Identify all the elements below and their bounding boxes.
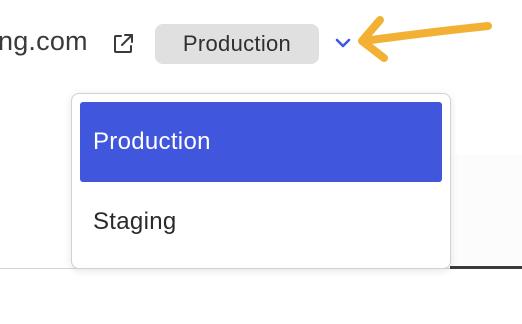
environment-badge-label: Production — [182, 31, 292, 56]
external-link-icon[interactable] — [111, 32, 135, 56]
dropdown-option-label: Production — [93, 128, 211, 155]
annotation-arrow-icon — [350, 6, 500, 70]
environment-badge: Production — [155, 24, 319, 64]
scroll-indicator — [450, 266, 522, 269]
environment-dropdown-menu: Production Staging — [71, 93, 451, 269]
screenshot-stage: ng.com Production Production Staging — [0, 0, 522, 324]
domain-link-text[interactable]: ng.com — [0, 26, 88, 57]
dropdown-option-label: Staging — [93, 208, 177, 235]
dropdown-option-staging[interactable]: Staging — [80, 182, 442, 262]
dropdown-option-production[interactable]: Production — [80, 102, 442, 182]
